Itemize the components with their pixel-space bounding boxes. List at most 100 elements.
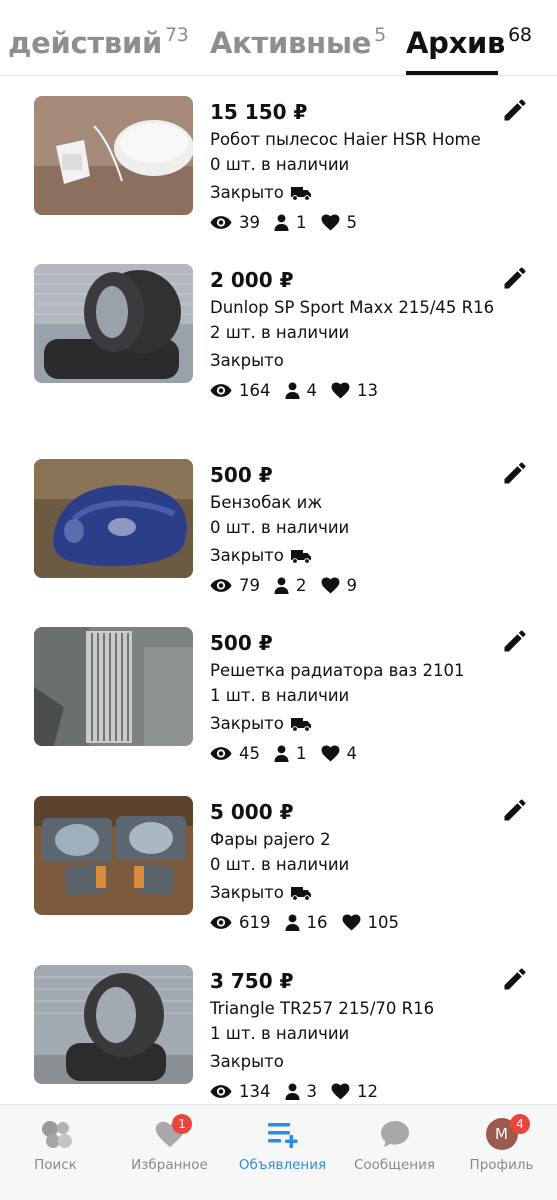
listing-status: Закрыто	[210, 180, 497, 205]
listing-photo-robot-vacuum[interactable]	[34, 96, 193, 215]
listings-add-icon	[267, 1123, 297, 1148]
views-count: 39	[239, 212, 260, 232]
likes-count: 4	[346, 743, 358, 763]
favorites-badge: 1	[172, 1114, 192, 1134]
listing-stock: 0 шт. в наличии	[210, 855, 350, 874]
listing-card[interactable]: 500 ₽ Решетка радиатора ваз 2101 1 шт. в…	[0, 627, 557, 795]
listing-price: 2 000 ₽	[210, 268, 294, 292]
edit-pencil-icon[interactable]	[501, 965, 529, 993]
tab-archive[interactable]: Архив 68	[406, 24, 532, 60]
bottom-nav: Поиск 1 Избранное Объявления Сообщения M…	[0, 1104, 557, 1200]
status-label: Закрыто	[210, 546, 284, 565]
likes-count: 9	[346, 575, 358, 595]
likes-count: 12	[357, 1081, 378, 1101]
edit-pencil-icon[interactable]	[501, 627, 529, 655]
user-icon	[274, 745, 289, 762]
tab-bar: действий 73 Активные 5 Архив 68	[0, 0, 557, 80]
heart-icon	[331, 382, 350, 399]
listing-photo-headlights[interactable]	[34, 796, 193, 915]
nav-item-listings[interactable]: Объявления	[227, 1117, 338, 1173]
nav-item-search[interactable]: Поиск	[0, 1117, 111, 1173]
user-icon	[285, 914, 300, 931]
listing-card[interactable]: 2 000 ₽ Dunlop SP Sport Maxx 215/45 R16 …	[0, 264, 557, 432]
listing-price: 5 000 ₽	[210, 800, 294, 824]
listing-photo-tires[interactable]	[34, 264, 193, 383]
nav-item-profile[interactable]: M 4 Профиль	[446, 1114, 557, 1173]
listing-title: Dunlop SP Sport Maxx 215/45 R16	[210, 298, 495, 317]
listing-card[interactable]: 15 150 ₽ Робот пылесос Haier HSR Home 0 …	[0, 96, 557, 264]
tab-count: 68	[508, 24, 532, 46]
users-count: 16	[306, 912, 328, 932]
listing-photo-radiator-grille[interactable]	[34, 627, 193, 746]
listing-status: Закрыто	[210, 543, 497, 568]
listing-price: 15 150 ₽	[210, 100, 308, 124]
listing-photo-fuel-tank[interactable]	[34, 459, 193, 578]
heart-icon	[342, 914, 361, 931]
tab-label: Активные	[210, 26, 372, 60]
heart-icon	[321, 214, 340, 231]
nav-label: Поиск	[34, 1157, 77, 1173]
listing-title: Робот пылесос Haier HSR Home	[210, 130, 481, 149]
listing-price: 3 750 ₽	[210, 969, 294, 993]
listing-stock: 1 шт. в наличии	[210, 1024, 350, 1043]
nav-item-favorites[interactable]: 1 Избранное	[114, 1114, 225, 1173]
delivery-truck-icon	[290, 885, 312, 901]
listing-photo-tire[interactable]	[34, 965, 193, 1084]
tab-label: действий	[8, 26, 162, 60]
views-count: 164	[239, 380, 271, 400]
tab-count: 73	[165, 24, 189, 46]
status-label: Закрыто	[210, 351, 284, 370]
heart-icon	[321, 577, 340, 594]
views-count: 134	[239, 1081, 271, 1101]
tab-actions[interactable]: действий 73	[8, 24, 189, 60]
views-eye-icon	[210, 746, 232, 761]
user-icon	[285, 382, 300, 399]
listing-stock: 0 шт. в наличии	[210, 518, 350, 537]
tab-active-listings[interactable]: Активные 5	[210, 24, 386, 60]
delivery-truck-icon	[290, 185, 312, 201]
views-eye-icon	[210, 383, 232, 398]
profile-badge: 4	[510, 1114, 530, 1134]
listing-stock: 1 шт. в наличии	[210, 686, 350, 705]
listing-status: Закрыто	[210, 711, 497, 736]
listing-status: Закрыто	[210, 348, 497, 373]
listing-title: Фары pajero 2	[210, 830, 331, 849]
user-icon	[274, 577, 289, 594]
listing-status: Закрыто	[210, 1049, 497, 1074]
listing-stats: 79 2 9	[210, 574, 497, 596]
users-count: 2	[296, 575, 307, 595]
listing-stats: 134 3 12	[210, 1080, 497, 1102]
views-count: 79	[239, 575, 260, 595]
edit-pencil-icon[interactable]	[501, 96, 529, 124]
listing-card[interactable]: 5 000 ₽ Фары pajero 2 0 шт. в наличии За…	[0, 796, 557, 964]
listing-title: Решетка радиатора ваз 2101	[210, 661, 465, 680]
nav-label: Избранное	[131, 1157, 208, 1173]
likes-count: 5	[346, 212, 358, 232]
likes-count: 105	[367, 912, 400, 932]
views-eye-icon	[210, 578, 232, 593]
listing-stats: 45 1 4	[210, 742, 497, 764]
edit-pencil-icon[interactable]	[501, 264, 529, 292]
listing-card[interactable]: 500 ₽ Бензобак иж 0 шт. в наличии Закрыт…	[0, 459, 557, 627]
heart-icon	[321, 745, 340, 762]
delivery-truck-icon	[290, 716, 312, 732]
listing-stock: 0 шт. в наличии	[210, 155, 350, 174]
nav-label: Сообщения	[353, 1157, 435, 1173]
delivery-truck-icon	[290, 548, 312, 564]
listing-title: Triangle TR257 215/70 R16	[210, 999, 435, 1018]
edit-pencil-icon[interactable]	[501, 796, 529, 824]
nav-item-messages[interactable]: Сообщения	[339, 1117, 450, 1173]
chat-bubble-icon	[380, 1121, 409, 1147]
tab-divider	[0, 75, 557, 76]
listing-price: 500 ₽	[210, 631, 273, 655]
listing-stats: 39 1 5	[210, 211, 497, 233]
tab-count: 5	[374, 24, 386, 46]
listing-stats: 619 16 105	[210, 911, 497, 933]
status-label: Закрыто	[210, 183, 284, 202]
user-icon	[274, 214, 289, 231]
users-count: 4	[306, 380, 318, 400]
listing-title: Бензобак иж	[210, 493, 323, 512]
listing-status: Закрыто	[210, 880, 497, 905]
edit-pencil-icon[interactable]	[501, 459, 529, 487]
user-icon	[285, 1083, 300, 1100]
